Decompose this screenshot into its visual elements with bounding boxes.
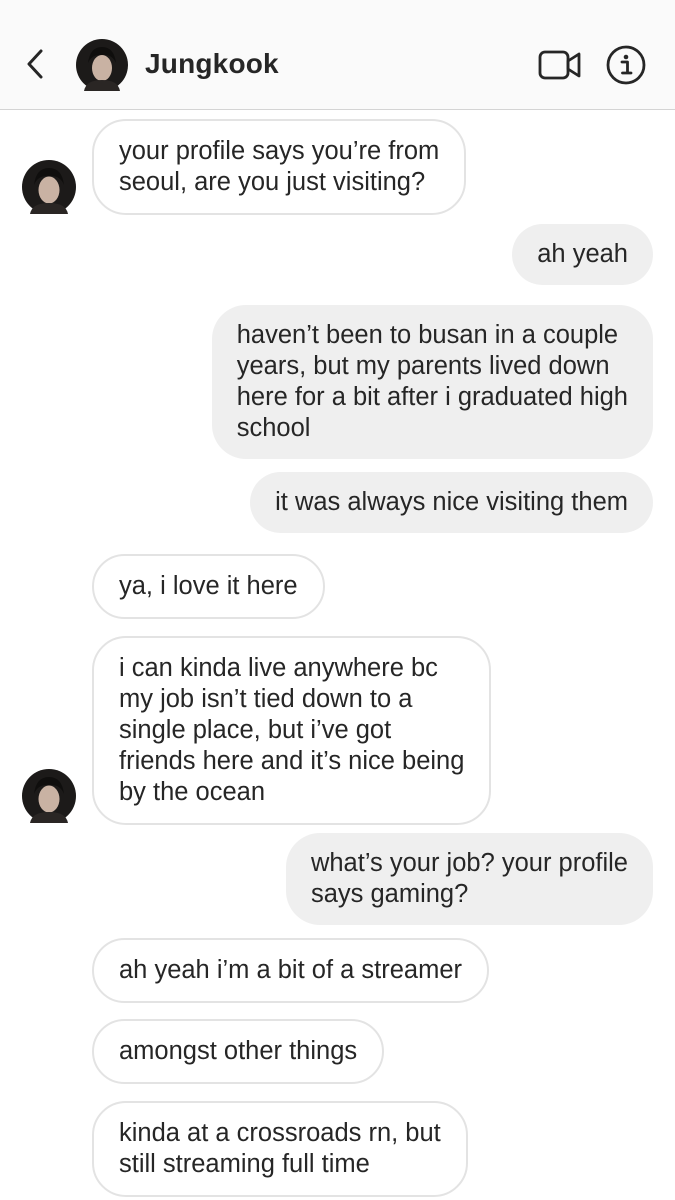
avatar-photo: [76, 39, 128, 91]
sender-avatar[interactable]: [22, 769, 76, 823]
incoming-message[interactable]: ah yeah i’m a bit of a streamer: [92, 938, 489, 1003]
contact-name[interactable]: Jungkook: [145, 48, 279, 80]
incoming-message[interactable]: ya, i love it here: [92, 554, 325, 619]
outgoing-message[interactable]: what’s your job? your profile says gamin…: [285, 833, 653, 925]
avatar-photo: [22, 160, 76, 214]
video-camera-icon: [538, 50, 581, 80]
incoming-message[interactable]: i can kinda live anywhere bc my job isn’…: [92, 636, 492, 825]
avatar-photo: [22, 769, 76, 823]
incoming-message[interactable]: kinda at a crossroads rn, but still stre…: [92, 1101, 468, 1197]
chevron-left-icon: [27, 49, 43, 79]
contact-avatar[interactable]: [76, 39, 128, 91]
conversation-header: Jungkook: [0, 0, 675, 110]
video-call-button[interactable]: [538, 48, 582, 82]
back-button[interactable]: [20, 44, 50, 84]
incoming-message[interactable]: your profile says you’re from seoul, are…: [92, 119, 467, 215]
outgoing-message[interactable]: it was always nice visiting them: [250, 472, 653, 533]
conversation-info-button[interactable]: [605, 44, 647, 86]
outgoing-message[interactable]: ah yeah: [512, 224, 653, 285]
info-circle-icon: [606, 45, 646, 85]
sender-avatar[interactable]: [22, 160, 76, 214]
incoming-message[interactable]: amongst other things: [92, 1019, 385, 1084]
outgoing-message[interactable]: haven’t been to busan in a couple years,…: [211, 305, 653, 459]
